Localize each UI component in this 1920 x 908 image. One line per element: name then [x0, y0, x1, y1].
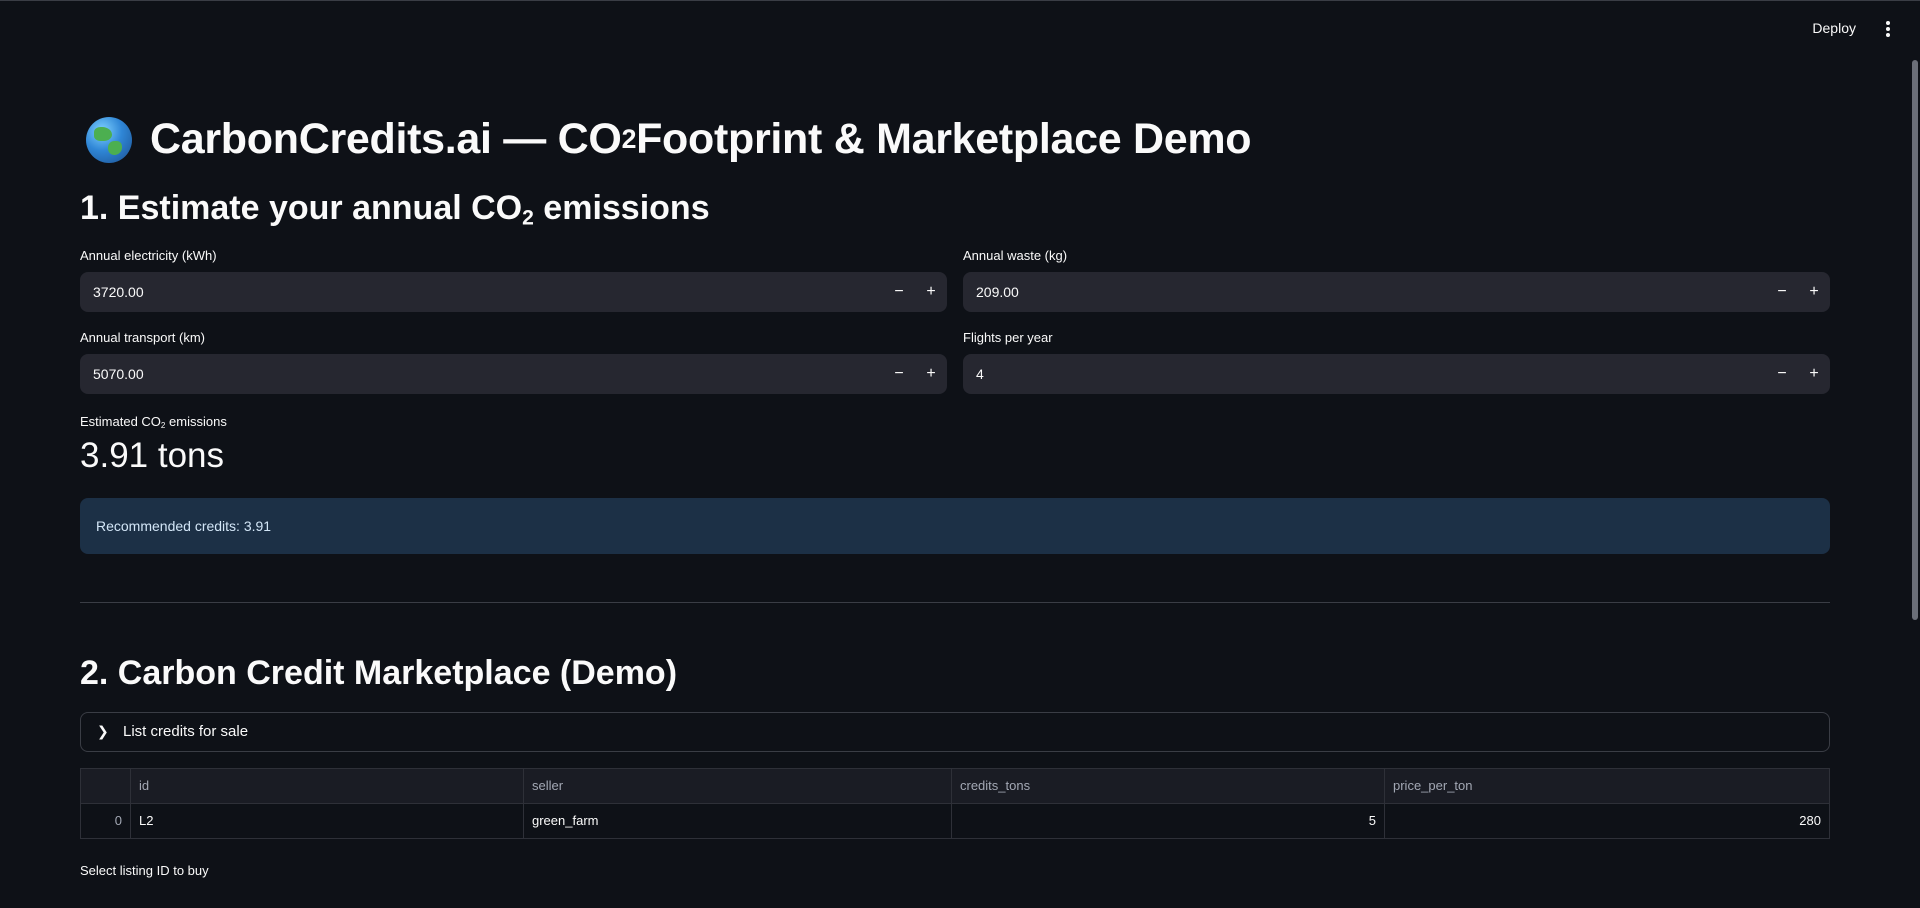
metric-label: Estimated CO2 emissions	[80, 414, 1830, 430]
recommended-credits-alert: Recommended credits: 3.91	[80, 498, 1830, 555]
metric-label-prefix: Estimated CO	[80, 414, 161, 430]
deploy-button[interactable]: Deploy	[1812, 20, 1856, 36]
electricity-value[interactable]: 3720.00	[80, 284, 883, 300]
transport-value[interactable]: 5070.00	[80, 366, 883, 382]
main-content: CarbonCredits.ai — CO 2 Footprint & Marke…	[80, 100, 1830, 878]
scrollbar-thumb[interactable]	[1912, 60, 1918, 620]
metric-label-suffix: emissions	[165, 414, 227, 430]
transport-number-input[interactable]: 5070.00 − +	[80, 354, 947, 395]
listings-table[interactable]: id seller credits_tons price_per_ton 0 L…	[80, 767, 1830, 839]
electricity-input-group: Annual electricity (kWh) 3720.00 − +	[80, 248, 947, 313]
table-row[interactable]: 0 L2 green_farm 5 280	[80, 802, 1830, 839]
column-header-seller[interactable]: seller	[523, 767, 952, 804]
transport-input-group: Annual transport (km) 5070.00 − +	[80, 330, 947, 395]
waste-value[interactable]: 209.00	[963, 284, 1766, 300]
page-title: CarbonCredits.ai — CO 2 Footprint & Marke…	[80, 114, 1830, 166]
column-header-credits-tons[interactable]: credits_tons	[951, 767, 1385, 804]
flights-number-input[interactable]: 4 − +	[963, 354, 1830, 395]
electricity-number-input[interactable]: 3720.00 − +	[80, 272, 947, 313]
page-title-suffix: Footprint & Marketplace Demo	[636, 115, 1252, 163]
flights-value[interactable]: 4	[963, 366, 1766, 382]
column-header-index[interactable]	[80, 767, 131, 804]
flights-label: Flights per year	[963, 330, 1053, 346]
expander-label: List credits for sale	[123, 723, 249, 741]
page-title-prefix: CarbonCredits.ai — CO	[150, 115, 622, 163]
flights-plus-button[interactable]: +	[1798, 354, 1830, 394]
waste-input-group: Annual waste (kg) 209.00 − +	[963, 248, 1830, 313]
column-header-price-per-ton[interactable]: price_per_ton	[1384, 767, 1830, 804]
column-header-id[interactable]: id	[130, 767, 524, 804]
metric-value: 3.91 tons	[80, 436, 224, 476]
cell-id[interactable]: L2	[130, 802, 524, 839]
flights-input-group: Flights per year 4 − +	[963, 330, 1830, 395]
transport-plus-button[interactable]: +	[915, 354, 947, 394]
section2-heading: 2. Carbon Credit Marketplace (Demo)	[80, 654, 678, 693]
divider	[80, 602, 1830, 604]
transport-minus-button[interactable]: −	[883, 354, 915, 394]
waste-plus-button[interactable]: +	[1798, 272, 1830, 312]
waste-label: Annual waste (kg)	[963, 248, 1068, 264]
scrollbar[interactable]	[1908, 60, 1920, 908]
flights-minus-button[interactable]: −	[1766, 354, 1798, 394]
chevron-right-icon: ❯	[97, 723, 109, 740]
cell-seller[interactable]: green_farm	[523, 802, 952, 839]
electricity-minus-button[interactable]: −	[883, 272, 915, 312]
inputs-grid: Annual electricity (kWh) 3720.00 − + Ann…	[80, 248, 1830, 395]
section1-heading: 1. Estimate your annual CO2 emissions	[80, 188, 1830, 231]
cell-price-per-ton[interactable]: 280	[1384, 802, 1830, 839]
electricity-plus-button[interactable]: +	[915, 272, 947, 312]
select-listing-label: Select listing ID to buy	[80, 862, 209, 878]
list-credits-expander[interactable]: ❯ List credits for sale	[80, 711, 1830, 752]
section1-heading-sub: 2	[522, 205, 534, 229]
waste-number-input[interactable]: 209.00 − +	[963, 272, 1830, 313]
top-toolbar: Deploy	[0, 0, 1920, 60]
kebab-menu-icon[interactable]	[1880, 19, 1896, 43]
cell-credits-tons[interactable]: 5	[951, 802, 1385, 839]
row-index: 0	[80, 802, 131, 839]
globe-icon	[86, 116, 132, 163]
transport-label: Annual transport (km)	[80, 330, 205, 346]
section1-heading-suffix: emissions	[533, 188, 710, 227]
page-title-sub: 2	[621, 123, 637, 154]
section1-heading-prefix: 1. Estimate your annual CO	[80, 188, 523, 227]
table-header-row: id seller credits_tons price_per_ton	[80, 767, 1830, 804]
electricity-label: Annual electricity (kWh)	[80, 248, 217, 264]
waste-minus-button[interactable]: −	[1766, 272, 1798, 312]
